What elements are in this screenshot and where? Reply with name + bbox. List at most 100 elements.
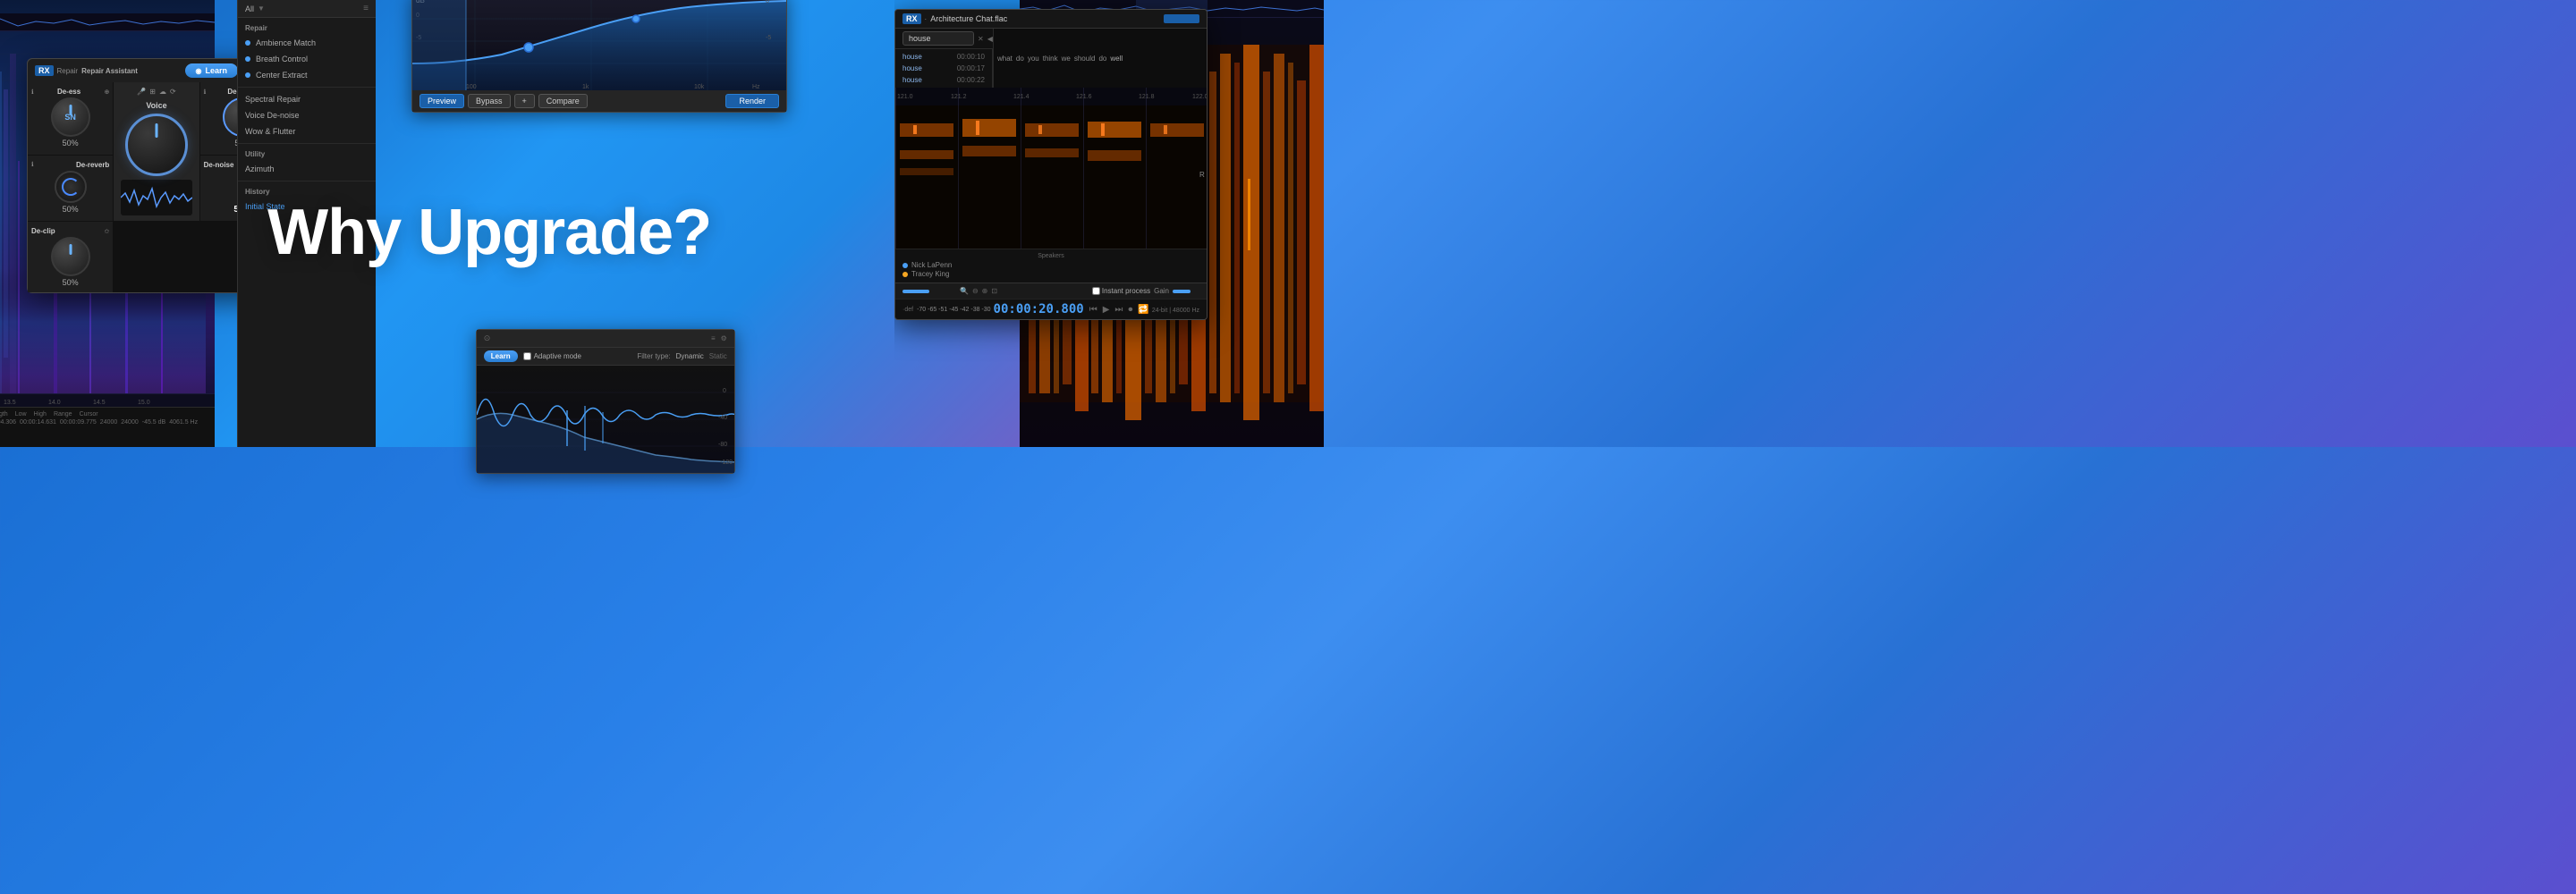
speaker-2-name: Tracey King bbox=[911, 270, 949, 278]
zoom-in-icon[interactable]: ⊕ bbox=[982, 287, 988, 295]
transport-controls: 00:00:20.800 ⏮ ▶ ⏭ ⏺ 🔁 bbox=[994, 302, 1149, 316]
module-dot-1 bbox=[245, 40, 250, 46]
nr-menu-icon[interactable]: ≡ bbox=[711, 334, 716, 342]
speaker-2: Tracey King bbox=[902, 270, 1199, 278]
info-icon-de-click: ℹ bbox=[204, 89, 207, 96]
zoom-fit-icon[interactable]: ⊡ bbox=[991, 287, 997, 295]
zoom-icon[interactable]: 🔍 bbox=[960, 287, 969, 295]
record-icon[interactable]: ⏺ bbox=[1128, 305, 1132, 315]
status-cursor: Cursor bbox=[80, 411, 98, 417]
search-prev-icon[interactable]: ◀ bbox=[987, 35, 993, 43]
status-freq: 24000 bbox=[100, 419, 117, 426]
voice-icon2: ⊞ bbox=[149, 88, 156, 96]
status-freq2: 24000 bbox=[121, 419, 138, 426]
center-extract-label: Center Extract bbox=[256, 71, 308, 80]
word-1: house bbox=[902, 53, 922, 61]
add-button[interactable]: + bbox=[514, 94, 535, 108]
repair-group: Repair Ambience Match Breath Control Cen… bbox=[238, 18, 376, 88]
eq-toolbar: Preview Bypass + Compare Render bbox=[412, 90, 786, 112]
ambience-match-item[interactable]: Ambience Match bbox=[238, 35, 376, 51]
nr-settings-icon[interactable]: ⚙ bbox=[721, 334, 727, 342]
azimuth-label: Azimuth bbox=[245, 164, 275, 173]
status-db: -45.5 dB bbox=[142, 419, 165, 426]
link-icon-de-ess: ⊕ bbox=[104, 89, 109, 96]
instant-process-checkbox[interactable] bbox=[1092, 287, 1100, 295]
svg-text:121.0: 121.0 bbox=[897, 94, 913, 100]
breath-control-item[interactable]: Breath Control bbox=[238, 51, 376, 67]
skip-back-icon[interactable]: ⏮ bbox=[1089, 305, 1097, 315]
status-time3: 00:00:09.775 bbox=[60, 419, 97, 426]
eq-display: dB 0 -5 0 -5 100 1k 10k Hz -20 -10 bbox=[412, 0, 786, 90]
word-item-2[interactable]: house 00:00:17 bbox=[895, 63, 992, 74]
right-rx-subtitle: · bbox=[925, 15, 928, 23]
right-spectrogram-display: 121.0 121.2 121.4 121.6 121.8 122.0 R bbox=[895, 88, 1207, 249]
adaptive-mode-checkbox[interactable] bbox=[523, 352, 531, 360]
transcript-area: what do you think we should do well bbox=[994, 29, 1207, 88]
transcript-word-7: do bbox=[1098, 55, 1106, 63]
zoom-out-icon[interactable]: ⊖ bbox=[972, 287, 979, 295]
link-icon-de-clip: ✩ bbox=[104, 228, 109, 235]
de-clip-knob[interactable] bbox=[51, 237, 90, 276]
de-ess-header: ℹ De-ess ⊕ bbox=[31, 88, 109, 96]
info-icon-de-ess: ℹ bbox=[31, 89, 34, 96]
timeline-svg: 13.0 13.5 14.0 14.5 15.0 bbox=[0, 394, 209, 408]
preview-button[interactable]: Preview bbox=[419, 94, 464, 108]
right-panel: RX · Architecture Chat.flac ✕ ◀ ▶ bbox=[894, 0, 1324, 447]
menu-icon[interactable]: ≡ bbox=[363, 4, 369, 13]
voice-waveform-svg bbox=[121, 180, 192, 215]
learn-button[interactable]: Learn bbox=[185, 63, 239, 78]
voice-de-noise-item[interactable]: Voice De-noise bbox=[238, 107, 376, 123]
search-input[interactable] bbox=[902, 31, 974, 46]
transcript-word-3: you bbox=[1028, 55, 1039, 63]
skip-forward-icon[interactable]: ⏭ bbox=[1114, 305, 1123, 315]
db-label-1: -20 bbox=[416, 0, 425, 2]
filter-type-label: Filter type: bbox=[637, 352, 670, 360]
right-plugin-titlebar: RX · Architecture Chat.flac bbox=[895, 10, 1207, 29]
voice-icon4: ⟳ bbox=[170, 88, 176, 96]
nr-toolbar: ⊙ ≡ ⚙ bbox=[477, 330, 734, 348]
play-icon[interactable]: ▶ bbox=[1103, 305, 1110, 315]
ambience-match-label: Ambience Match bbox=[256, 38, 316, 47]
compare-button[interactable]: Compare bbox=[538, 94, 588, 108]
spectral-repair-item[interactable]: Spectral Repair bbox=[238, 91, 376, 107]
transcript-word-5: we bbox=[1062, 55, 1071, 63]
svg-text:10k: 10k bbox=[694, 84, 705, 90]
instant-process-label[interactable]: Instant process bbox=[1092, 287, 1150, 295]
adaptive-mode-label[interactable]: Adaptive mode bbox=[523, 352, 581, 360]
svg-text:121.6: 121.6 bbox=[1076, 94, 1092, 100]
svg-text:-5: -5 bbox=[766, 35, 771, 41]
voice-main-knob[interactable] bbox=[125, 114, 188, 176]
azimuth-item[interactable]: Azimuth bbox=[238, 161, 376, 177]
svg-text:14.0: 14.0 bbox=[48, 400, 61, 406]
nr-learn-bar: Learn Adaptive mode Filter type: Dynamic… bbox=[477, 348, 734, 366]
de-ess-section: ℹ De-ess ⊕ SN 50% bbox=[28, 82, 113, 155]
secondary-group: Spectral Repair Voice De-noise Wow & Flu… bbox=[238, 88, 376, 144]
eq-buttons-left: Preview Bypass + Compare bbox=[419, 94, 588, 108]
word-item-1[interactable]: house 00:00:10 bbox=[895, 51, 992, 63]
spectral-repair-label: Spectral Repair bbox=[245, 95, 301, 104]
de-noise-label: De-noise bbox=[204, 161, 234, 169]
render-button[interactable]: Render bbox=[725, 94, 779, 108]
knob-indicator: SN bbox=[64, 113, 76, 122]
de-ess-knob[interactable]: SN bbox=[51, 97, 90, 137]
center-extract-item[interactable]: Center Extract bbox=[238, 67, 376, 83]
de-reverb-inner bbox=[62, 178, 80, 196]
utility-label: Utility bbox=[238, 148, 376, 161]
word-time-1: 00:00:10 bbox=[957, 53, 985, 61]
instant-process-text: Instant process bbox=[1102, 287, 1150, 295]
wow-flutter-item[interactable]: Wow & Flutter bbox=[238, 123, 376, 139]
bypass-button[interactable]: Bypass bbox=[468, 94, 511, 108]
gain-slider-fill bbox=[1173, 290, 1191, 293]
transcript-word-2: do bbox=[1016, 55, 1024, 63]
all-selector[interactable]: All ▼ bbox=[245, 4, 265, 13]
de-ess-value: 50% bbox=[63, 139, 79, 148]
main-title: Why Upgrade? bbox=[267, 200, 711, 265]
dynamic-label: Dynamic bbox=[676, 352, 704, 360]
db-scale-left: -20 bbox=[416, 0, 425, 2]
loop-icon[interactable]: 🔁 bbox=[1138, 305, 1148, 315]
module-dot-3 bbox=[245, 72, 250, 78]
word-item-3[interactable]: house 00:00:22 bbox=[895, 74, 992, 86]
search-clear-icon[interactable]: ✕ bbox=[978, 35, 984, 43]
nr-learn-button[interactable]: Learn bbox=[484, 350, 518, 362]
de-reverb-knob[interactable] bbox=[55, 171, 87, 203]
